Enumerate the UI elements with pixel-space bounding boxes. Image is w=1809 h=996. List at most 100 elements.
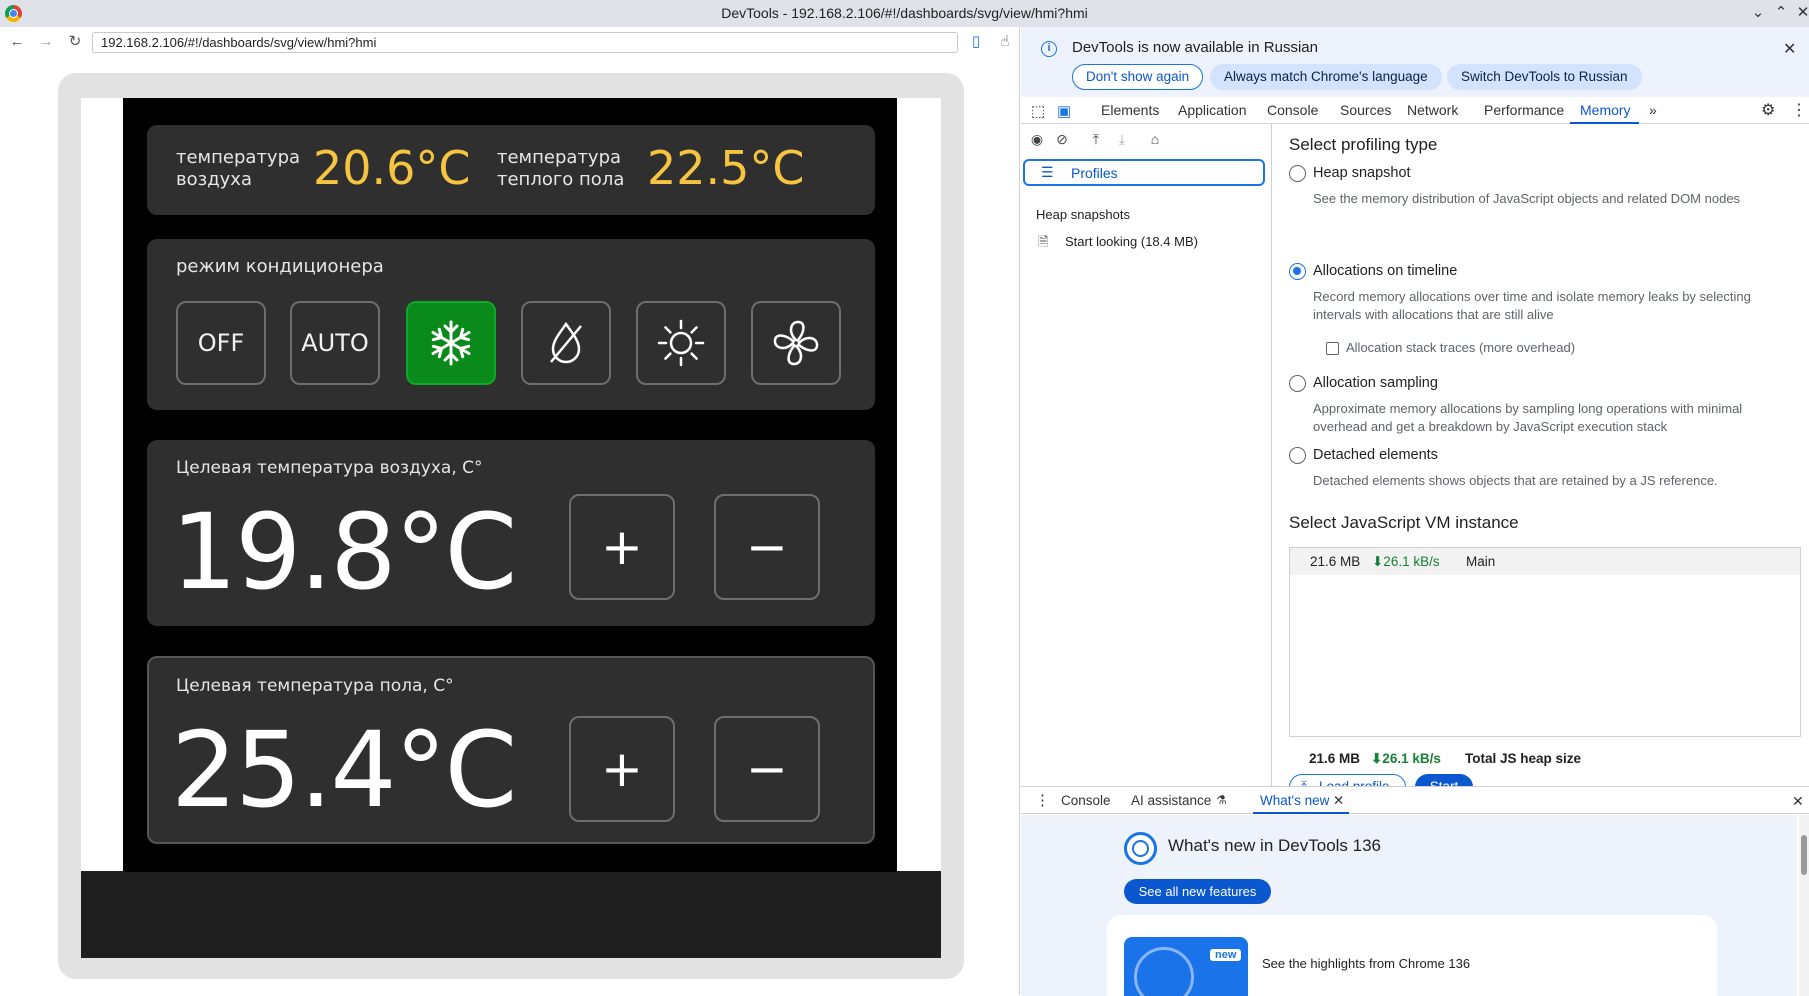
radio-detached-elements[interactable] bbox=[1289, 447, 1306, 464]
heap-snapshots-heading: Heap snapshots bbox=[1036, 207, 1130, 222]
drawer-tab-ai-assistance[interactable]: AI assistance bbox=[1131, 793, 1211, 808]
reload-icon[interactable]: ↻ bbox=[66, 33, 84, 51]
radio-allocation-sampling[interactable] bbox=[1289, 375, 1306, 392]
close-infobar-icon[interactable]: ✕ bbox=[1783, 39, 1796, 59]
drawer-tabbar: ⋮ Console AI assistance ⚗ What's new ✕ ✕ bbox=[1021, 787, 1809, 814]
snapshot-item-label: Start looking (18.4 MB) bbox=[1065, 234, 1198, 249]
close-drawer-icon[interactable]: ✕ bbox=[1792, 793, 1804, 810]
collect-garbage-icon[interactable]: ⌂ bbox=[1147, 131, 1163, 147]
whats-new-heading: What's new in DevTools 136 bbox=[1168, 836, 1382, 855]
air-temp-label-line1: температура bbox=[176, 147, 301, 168]
mode-fan-button[interactable] bbox=[751, 301, 841, 385]
language-infobar: i DevTools is now available in Russian D… bbox=[1021, 27, 1809, 97]
devtools-logo-icon bbox=[1124, 832, 1157, 865]
devtools-drawer: ⋮ Console AI assistance ⚗ What's new ✕ ✕… bbox=[1021, 786, 1809, 996]
navigation-bar: ← → ↻ 192.168.2.106/#!/dashboards/svg/vi… bbox=[0, 27, 1020, 57]
switch-language-button[interactable]: Switch DevTools to Russian bbox=[1447, 64, 1642, 90]
infobar-message: DevTools is now available in Russian bbox=[1072, 39, 1318, 56]
see-all-features-button[interactable]: See all new features bbox=[1124, 879, 1271, 904]
minimize-chevron-icon[interactable]: ⌄ bbox=[1748, 3, 1768, 23]
record-icon[interactable]: ◉ bbox=[1029, 131, 1045, 147]
floor-temp-value: 22.5°C bbox=[647, 141, 805, 195]
tab-sources[interactable]: Sources bbox=[1340, 102, 1391, 118]
hmi-bottom-bar bbox=[81, 871, 941, 958]
mode-auto-button[interactable]: AUTO bbox=[290, 301, 380, 385]
tab-memory[interactable]: Memory bbox=[1580, 102, 1631, 118]
tab-elements[interactable]: Elements bbox=[1101, 102, 1159, 118]
drawer-menu-icon[interactable]: ⋮ bbox=[1035, 791, 1050, 809]
sun-icon bbox=[657, 319, 705, 367]
tab-console[interactable]: Console bbox=[1267, 102, 1318, 118]
radio-heap-snapshot[interactable] bbox=[1289, 165, 1306, 182]
forward-arrow-icon[interactable]: → bbox=[37, 33, 55, 51]
target-floor-plus-button[interactable]: + bbox=[569, 716, 675, 822]
maximize-chevron-icon[interactable]: ⌃ bbox=[1771, 3, 1791, 23]
scrollbar-thumb[interactable] bbox=[1801, 835, 1807, 875]
stack-traces-label: Allocation stack traces (more overhead) bbox=[1346, 340, 1576, 355]
flask-icon: ⚗ bbox=[1216, 793, 1227, 807]
vm-size: 21.6 MB bbox=[1310, 554, 1361, 569]
option-detached-elements-label: Detached elements bbox=[1313, 447, 1438, 463]
devtools-tabbar: ⬚ ▣ Elements Application Console Sources… bbox=[1021, 97, 1809, 124]
sliders-icon: ☰ bbox=[1041, 164, 1054, 180]
vm-instance-list: 21.6 MB ⬇26.1 kB/s Main bbox=[1289, 547, 1801, 737]
upload-icon[interactable]: ⤒ bbox=[1088, 131, 1104, 147]
stack-traces-checkbox[interactable] bbox=[1326, 342, 1339, 355]
inspect-element-icon[interactable]: ⬚ bbox=[1031, 102, 1045, 120]
mode-off-button[interactable]: OFF bbox=[176, 301, 266, 385]
dont-show-again-button[interactable]: Don't show again bbox=[1072, 64, 1204, 90]
target-floor-value: 25.4°C bbox=[171, 709, 517, 831]
mode-heat-button[interactable] bbox=[636, 301, 726, 385]
vm-instance-row[interactable]: 21.6 MB ⬇26.1 kB/s Main bbox=[1290, 548, 1800, 575]
close-window-icon[interactable]: ✕ bbox=[1793, 3, 1809, 23]
target-floor-title: Целевая температура пола, C° bbox=[176, 676, 454, 696]
fan-icon bbox=[773, 320, 819, 366]
snapshot-file-icon: 🗎 bbox=[1038, 234, 1049, 249]
match-language-button[interactable]: Always match Chrome's language bbox=[1210, 64, 1442, 90]
settings-gear-icon[interactable]: ⚙ bbox=[1761, 100, 1775, 120]
tab-application[interactable]: Application bbox=[1178, 102, 1247, 118]
vm-name: Main bbox=[1466, 554, 1496, 569]
tab-performance[interactable]: Performance bbox=[1484, 102, 1564, 118]
vm-rate: ⬇26.1 kB/s bbox=[1372, 554, 1440, 569]
mode-dry-button[interactable] bbox=[521, 301, 611, 385]
device-toolbar-icon[interactable]: ▣ bbox=[1057, 102, 1071, 120]
air-temp-value: 20.6°C bbox=[313, 141, 471, 195]
floor-temp-label-line1: температура bbox=[497, 147, 622, 168]
memory-sidebar: ◉ ⊘ ⤒ ⤓ ⌂ ☰ Profiles Heap snapshots 🗎 St… bbox=[1021, 124, 1272, 786]
option-allocations-timeline-desc: Record memory allocations over time and … bbox=[1313, 289, 1751, 322]
target-air-title: Целевая температура воздуха, C° bbox=[176, 458, 483, 478]
back-arrow-icon[interactable]: ← bbox=[8, 33, 26, 51]
download-icon[interactable]: ⤓ bbox=[1114, 131, 1130, 147]
drawer-tab-whats-new[interactable]: What's new bbox=[1260, 793, 1329, 808]
url-input[interactable]: 192.168.2.106/#!/dashboards/svg/view/hmi… bbox=[92, 32, 958, 53]
radio-allocations-timeline[interactable] bbox=[1289, 263, 1306, 280]
air-temp-label-line2: воздуха bbox=[176, 169, 252, 190]
clear-icon[interactable]: ⊘ bbox=[1054, 131, 1070, 147]
target-floor-minus-button[interactable]: − bbox=[714, 716, 820, 822]
option-heap-snapshot-label: Heap snapshot bbox=[1313, 165, 1411, 181]
target-floor-temp-card: Целевая температура пола, C° 25.4°C + − bbox=[147, 656, 875, 844]
current-temperatures-card: температура воздуха 20.6°C температура т… bbox=[147, 125, 875, 215]
window-title: DevTools - 192.168.2.106/#!/dashboards/s… bbox=[721, 5, 1088, 21]
tab-network[interactable]: Network bbox=[1407, 102, 1458, 118]
more-options-icon[interactable]: ⋮ bbox=[1791, 100, 1807, 120]
sidebar-item-profiles[interactable]: ☰ Profiles bbox=[1023, 159, 1265, 186]
scrollbar[interactable] bbox=[1799, 815, 1809, 996]
highlights-thumbnail: new bbox=[1124, 937, 1248, 996]
profiles-label: Profiles bbox=[1071, 165, 1118, 181]
floor-temp-label-line2: теплого пола bbox=[497, 169, 625, 190]
ac-mode-card: режим кондиционера OFF AUTO bbox=[147, 239, 875, 410]
highlights-card[interactable]: new See the highlights from Chrome 136 bbox=[1107, 915, 1717, 996]
target-air-value: 19.8°C bbox=[171, 491, 517, 613]
extension-icon[interactable]: ▯ bbox=[967, 33, 985, 51]
drawer-tab-console[interactable]: Console bbox=[1061, 793, 1111, 808]
touch-icon[interactable]: ☝ bbox=[996, 33, 1014, 51]
target-air-plus-button[interactable]: + bbox=[569, 494, 675, 600]
close-tab-icon[interactable]: ✕ bbox=[1333, 793, 1344, 809]
snapshot-item[interactable]: 🗎 Start looking (18.4 MB) bbox=[1036, 233, 1266, 253]
mode-cool-button[interactable] bbox=[406, 301, 496, 385]
total-heap-label: Total JS heap size bbox=[1465, 751, 1582, 766]
target-air-minus-button[interactable]: − bbox=[714, 494, 820, 600]
more-tabs-chevron-icon[interactable]: » bbox=[1649, 102, 1657, 118]
